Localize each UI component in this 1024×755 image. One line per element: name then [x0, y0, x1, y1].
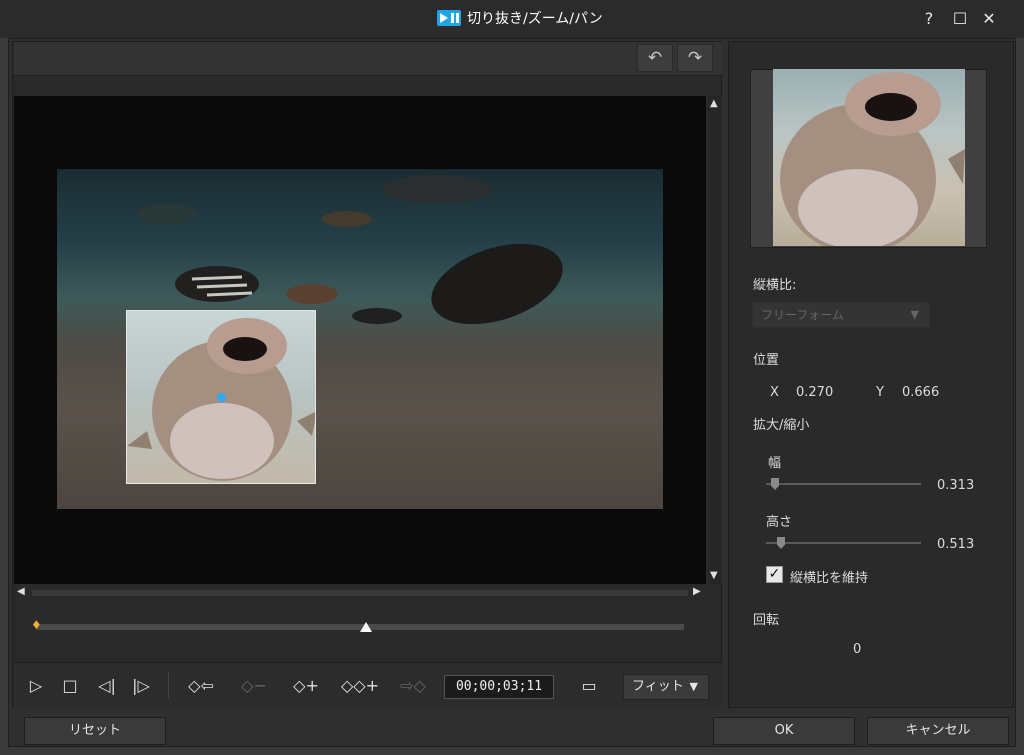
vertical-scrollbar[interactable]: ▲ ▼ [708, 96, 722, 584]
aspect-ratio-label: 縦横比: [753, 278, 797, 293]
reset-button[interactable]: リセット [24, 717, 166, 745]
scroll-down-icon[interactable]: ▼ [710, 570, 718, 581]
playhead[interactable] [360, 622, 373, 632]
duplicate-keyframe-button[interactable]: ◇◇+ [340, 674, 380, 698]
scroll-right-icon[interactable]: ▶ [693, 586, 701, 597]
controls-divider [168, 672, 169, 698]
play-button[interactable]: ▷ [24, 674, 48, 698]
timecode-field[interactable]: 00;00;03;11 [444, 675, 554, 699]
height-label: 高さ [766, 515, 793, 530]
safe-area-icon[interactable]: ▭ [576, 674, 602, 698]
height-slider-track[interactable] [766, 542, 921, 544]
redo-button[interactable]: ↷ [677, 44, 713, 72]
scale-label: 拡大/縮小 [753, 418, 810, 433]
next-keyframe-button[interactable]: ⇨◇ [394, 674, 432, 698]
horizontal-scrollbar[interactable]: ◀ ▶ [14, 586, 706, 600]
keep-aspect-checkbox[interactable]: ✓ [766, 566, 783, 583]
position-y-label: Y [876, 385, 884, 400]
window-title: 切り抜き/ズーム/パン [467, 11, 603, 27]
ok-button[interactable]: OK [713, 717, 855, 745]
editor-toolbar [14, 42, 722, 76]
chevron-down-icon: ▼ [910, 308, 919, 321]
next-frame-button[interactable]: |▷ [126, 674, 156, 698]
scroll-left-icon[interactable]: ◀ [17, 586, 25, 597]
position-x-value[interactable]: 0.270 [796, 385, 833, 400]
zoom-fit-dropdown[interactable]: フィット ▼ [623, 674, 709, 700]
keep-aspect-label: 縦横比を維持 [790, 571, 869, 586]
previous-keyframe-button[interactable]: ◇⇦ [180, 674, 222, 698]
keyframe-marker-icon[interactable]: ♦ [31, 618, 42, 632]
position-y-value[interactable]: 0.666 [902, 385, 939, 400]
crop-preview [773, 69, 965, 246]
app-logo-icon [437, 10, 461, 26]
height-value[interactable]: 0.513 [937, 537, 974, 552]
crop-center-handle[interactable] [217, 393, 226, 402]
aspect-ratio-dropdown[interactable]: フリーフォーム ▼ [752, 302, 930, 328]
help-button[interactable]: ? [919, 10, 939, 28]
scroll-up-icon[interactable]: ▲ [710, 98, 718, 109]
horizontal-scroll-track[interactable] [32, 590, 688, 596]
position-x-label: X [770, 385, 779, 400]
maximize-button[interactable]: ☐ [950, 10, 970, 28]
width-slider-track[interactable] [766, 483, 921, 485]
add-keyframe-button[interactable]: ◇+ [288, 674, 324, 698]
zoom-fit-label: フィット [632, 679, 684, 694]
position-label: 位置 [753, 353, 780, 368]
previous-frame-button[interactable]: ◁| [92, 674, 122, 698]
undo-button[interactable]: ↶ [637, 44, 673, 72]
remove-keyframe-button[interactable]: ◇− [236, 674, 272, 698]
rotation-value[interactable]: 0 [853, 642, 861, 657]
rotation-label: 回転 [753, 613, 780, 628]
cancel-button[interactable]: キャンセル [867, 717, 1009, 745]
title-area: 切り抜き/ズーム/パン [437, 8, 603, 28]
stop-button[interactable]: □ [58, 674, 82, 698]
close-button[interactable]: ✕ [979, 10, 999, 28]
aspect-ratio-value: フリーフォーム [761, 308, 844, 322]
width-label: 幅 [768, 456, 782, 471]
chevron-down-icon: ▼ [689, 680, 698, 693]
width-value[interactable]: 0.313 [937, 478, 974, 493]
